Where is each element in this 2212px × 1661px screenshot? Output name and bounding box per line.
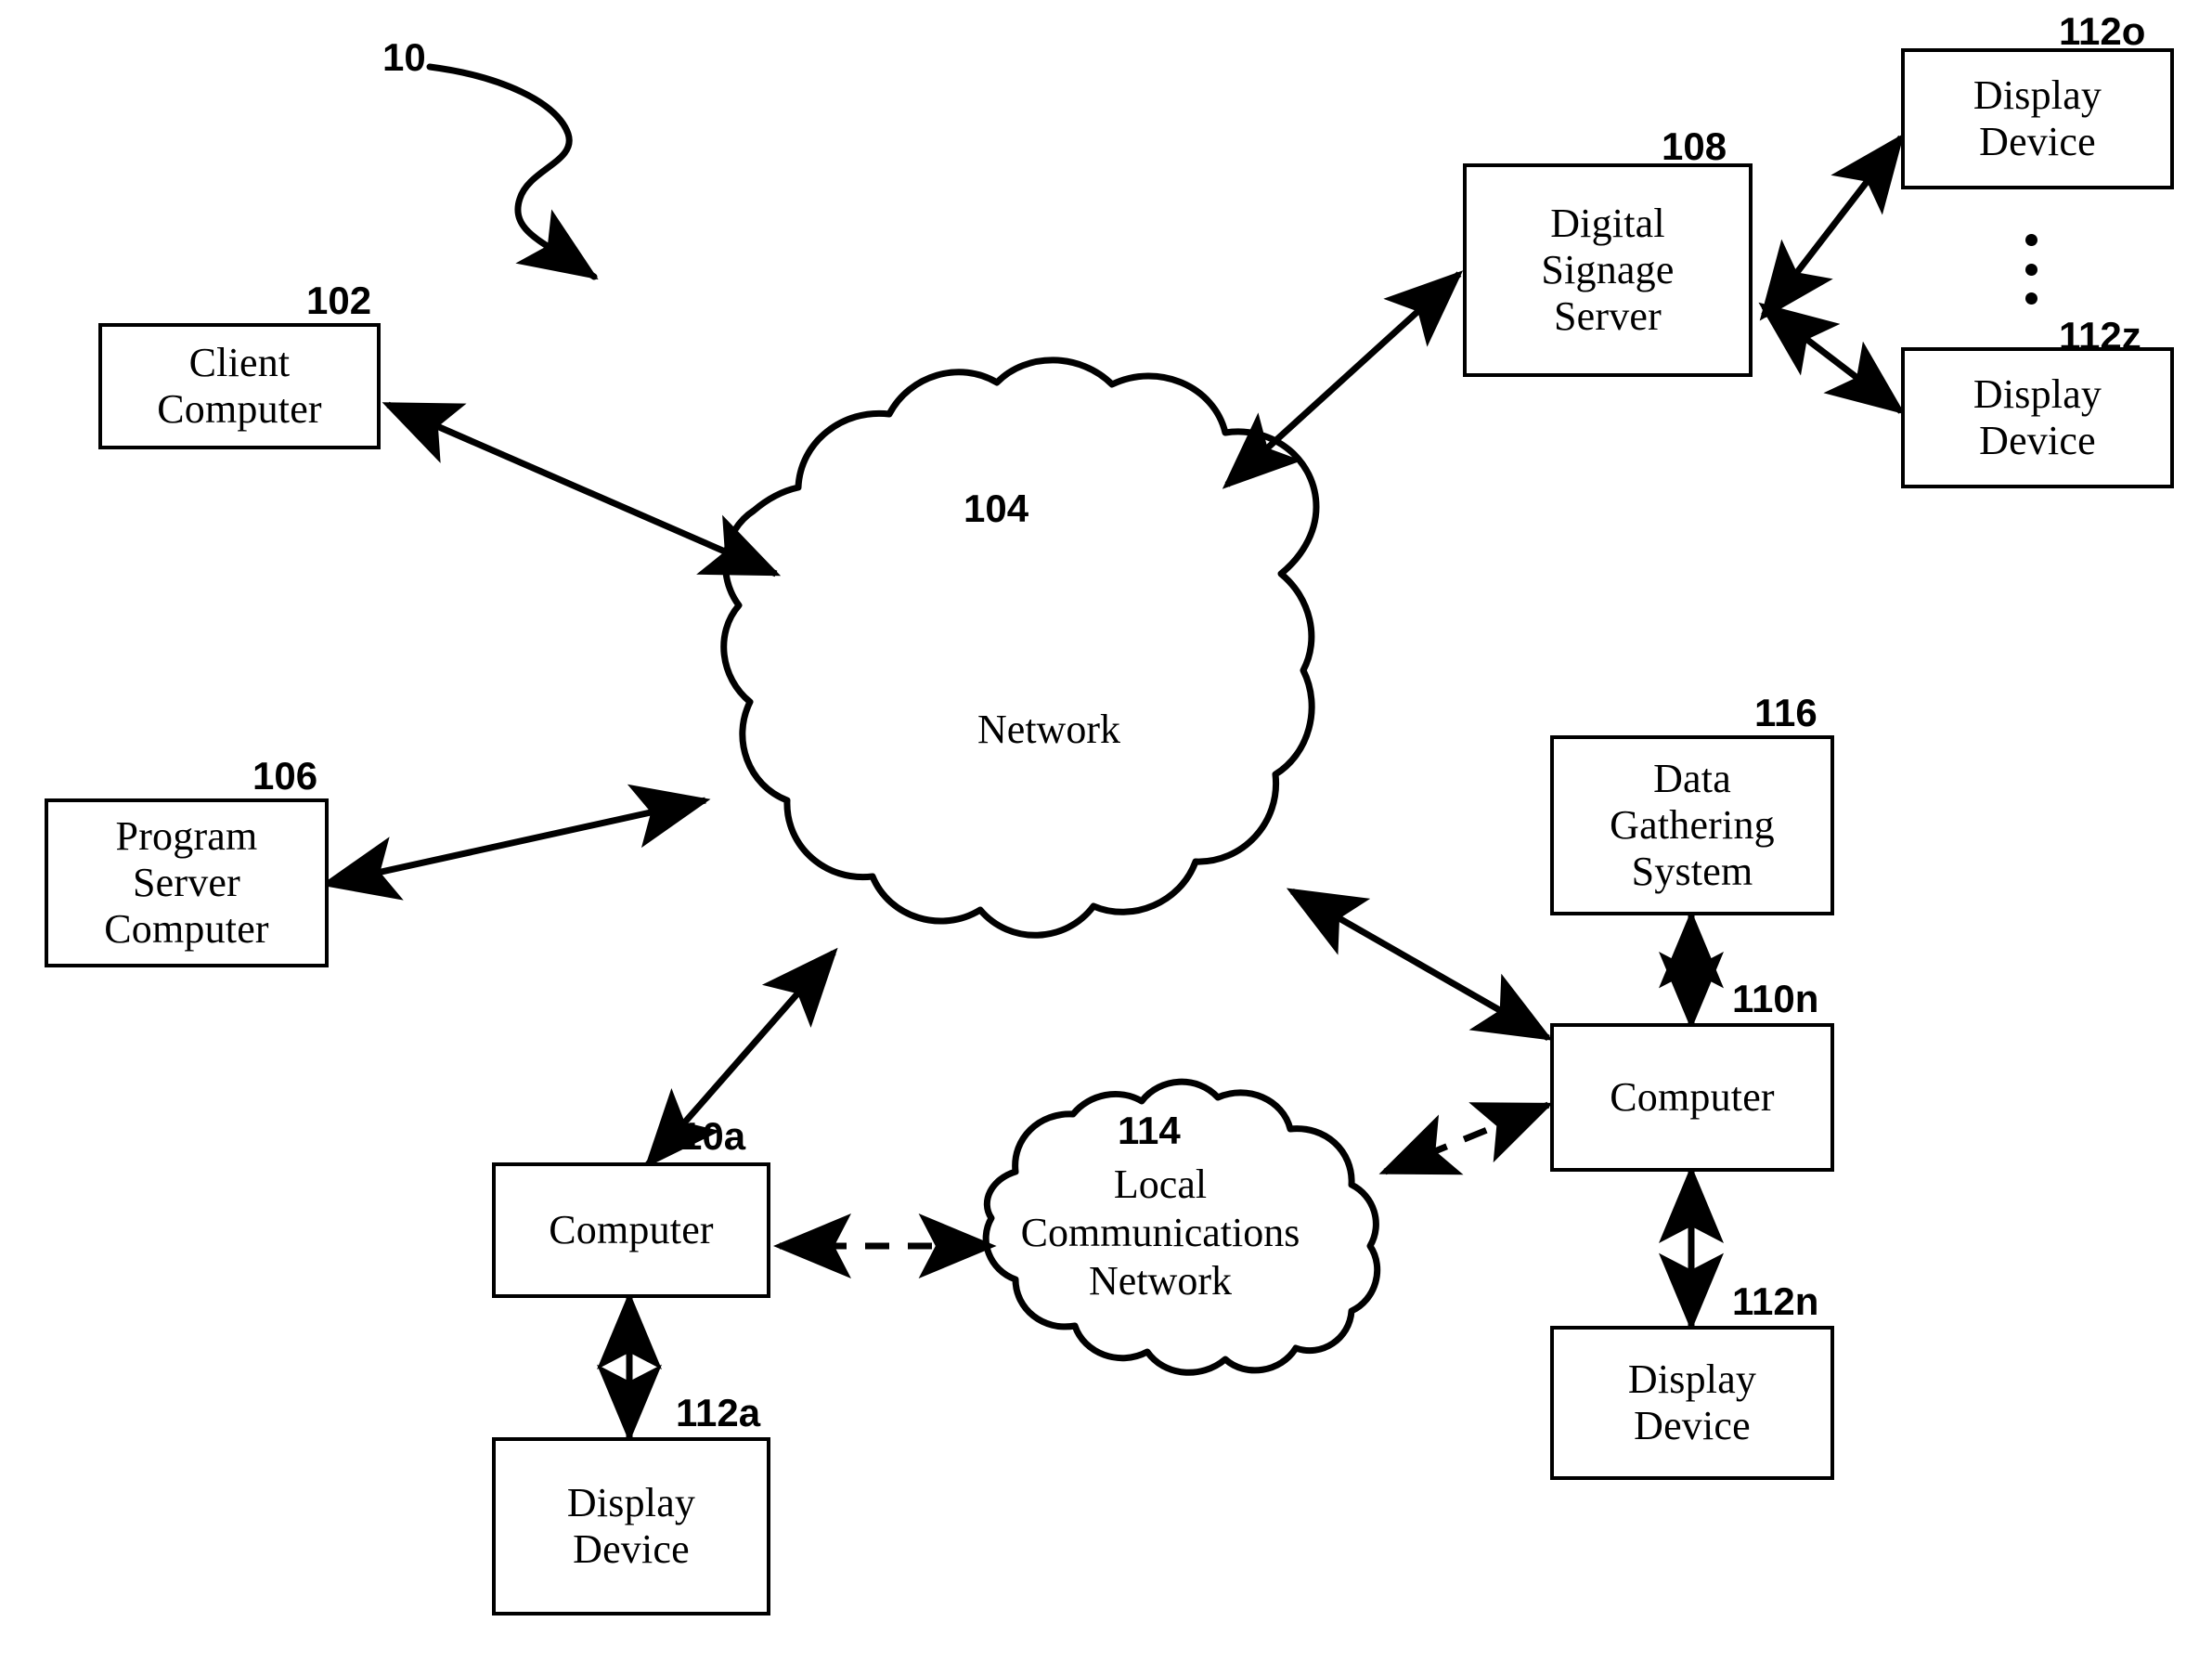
figure-leader-arrow	[426, 63, 599, 280]
ref-num-102: 102	[306, 279, 372, 322]
patent-figure: Local Communications Network 114 --> Com…	[0, 0, 2212, 1661]
ref-num-104: 104	[964, 487, 1029, 530]
ref-num-112z: 112z	[2059, 314, 2141, 357]
ref-num-106: 106	[252, 754, 318, 798]
node-local-comm-network-label: Local Communications Network	[1020, 1161, 1300, 1304]
node-display-device-112o[interactable]: Display Device	[1901, 48, 2174, 189]
ref-num-figure-10: 10	[382, 35, 426, 79]
node-network-label: Network	[977, 707, 1120, 752]
connector-client-network	[382, 401, 782, 577]
connector-signage-server-display-112o	[1759, 133, 1905, 321]
node-display-device-112a-label: Display Device	[566, 1479, 696, 1572]
connector-layer: Local Communications Network 114 --> Com…	[320, 63, 1906, 1443]
network-cloud-shape	[720, 357, 1320, 939]
node-display-device-112n[interactable]: Display Device	[1550, 1326, 1834, 1480]
ref-num-112n: 112n	[1732, 1279, 1819, 1323]
ref-num-112o: 112o	[2059, 9, 2146, 53]
node-client-computer[interactable]: Client Computer	[98, 323, 381, 449]
node-program-server-computer[interactable]: Program Server Computer	[45, 798, 329, 967]
ref-num-116: 116	[1754, 691, 1817, 734]
node-data-gathering-system-label: Data Gathering System	[1610, 755, 1775, 895]
vertical-ellipsis-icon	[2024, 234, 2038, 305]
ref-num-112a: 112a	[676, 1391, 761, 1434]
node-display-device-112z-label: Display Device	[1973, 370, 2102, 463]
node-client-computer-label: Client Computer	[157, 339, 322, 432]
connector-network-signage-server	[1222, 270, 1464, 489]
connector-network-computer-110n	[1286, 888, 1553, 1042]
node-display-device-112o-label: Display Device	[1973, 71, 2102, 164]
ref-num-114: 114	[1118, 1109, 1181, 1152]
node-computer-110a-label: Computer	[549, 1206, 714, 1252]
node-computer-110n[interactable]: Computer	[1550, 1023, 1834, 1172]
node-display-device-112n-label: Display Device	[1627, 1356, 1757, 1448]
node-computer-110a[interactable]: Computer	[492, 1162, 770, 1298]
node-program-server-computer-label: Program Server Computer	[104, 812, 269, 953]
connector-local-network-computer-110n-dashed	[1378, 1101, 1554, 1175]
node-data-gathering-system[interactable]: Data Gathering System	[1550, 735, 1834, 915]
node-display-device-112a[interactable]: Display Device	[492, 1437, 770, 1616]
node-display-device-112z[interactable]: Display Device	[1901, 347, 2174, 488]
ref-num-108: 108	[1662, 124, 1727, 168]
ref-num-110n: 110n	[1732, 977, 1819, 1020]
node-digital-signage-server[interactable]: Digital Signage Server	[1463, 163, 1753, 377]
ref-num-110a: 110a	[661, 1114, 746, 1158]
connector-signage-server-display-112z	[1758, 302, 1906, 415]
node-digital-signage-server-label: Digital Signage Server	[1541, 200, 1675, 340]
connector-program-server-network	[320, 784, 711, 901]
node-computer-110n-label: Computer	[1610, 1073, 1775, 1120]
